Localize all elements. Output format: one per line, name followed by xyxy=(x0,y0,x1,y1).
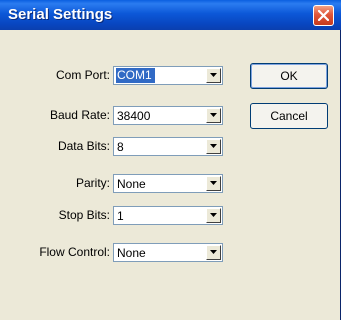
parity-label: Parity: xyxy=(75,176,110,190)
flow-control-value: None xyxy=(117,246,146,260)
parity-dropdown-button[interactable] xyxy=(206,176,221,191)
close-button[interactable] xyxy=(313,5,334,26)
flow-control-dropdown-button[interactable] xyxy=(206,245,221,260)
data-bits-value: 8 xyxy=(117,140,124,154)
chevron-down-icon xyxy=(210,181,217,185)
chevron-down-icon xyxy=(210,250,217,254)
stop-bits-select[interactable]: 1 xyxy=(113,206,223,225)
serial-settings-dialog: Serial Settings Com Port: COM1 Baud Rate… xyxy=(0,0,341,320)
close-icon xyxy=(318,10,329,21)
com-port-value: COM1 xyxy=(116,68,155,83)
baud-rate-value: 38400 xyxy=(117,109,151,123)
ok-button[interactable]: OK xyxy=(250,63,328,89)
stop-bits-value: 1 xyxy=(117,209,124,223)
stop-bits-label: Stop Bits: xyxy=(58,208,110,222)
baud-rate-select[interactable]: 38400 xyxy=(113,106,223,125)
cancel-button[interactable]: Cancel xyxy=(250,103,328,129)
data-bits-dropdown-button[interactable] xyxy=(206,139,221,154)
flow-control-select[interactable]: None xyxy=(113,243,223,262)
data-bits-label: Data Bits: xyxy=(57,139,110,153)
flow-control-label: Flow Control: xyxy=(39,245,110,259)
chevron-down-icon xyxy=(210,144,217,148)
parity-select[interactable]: None xyxy=(113,174,223,193)
parity-value: None xyxy=(117,177,146,191)
com-port-dropdown-button[interactable] xyxy=(206,68,221,83)
data-bits-select[interactable]: 8 xyxy=(113,137,223,156)
baud-rate-dropdown-button[interactable] xyxy=(206,108,221,123)
com-port-select[interactable]: COM1 xyxy=(113,66,223,85)
stop-bits-dropdown-button[interactable] xyxy=(206,208,221,223)
dialog-title: Serial Settings xyxy=(8,6,113,23)
chevron-down-icon xyxy=(210,73,217,77)
title-bar[interactable]: Serial Settings xyxy=(0,0,341,30)
com-port-label: Com Port: xyxy=(55,68,110,82)
chevron-down-icon xyxy=(210,213,217,217)
baud-rate-label: Baud Rate: xyxy=(49,108,110,122)
chevron-down-icon xyxy=(210,113,217,117)
